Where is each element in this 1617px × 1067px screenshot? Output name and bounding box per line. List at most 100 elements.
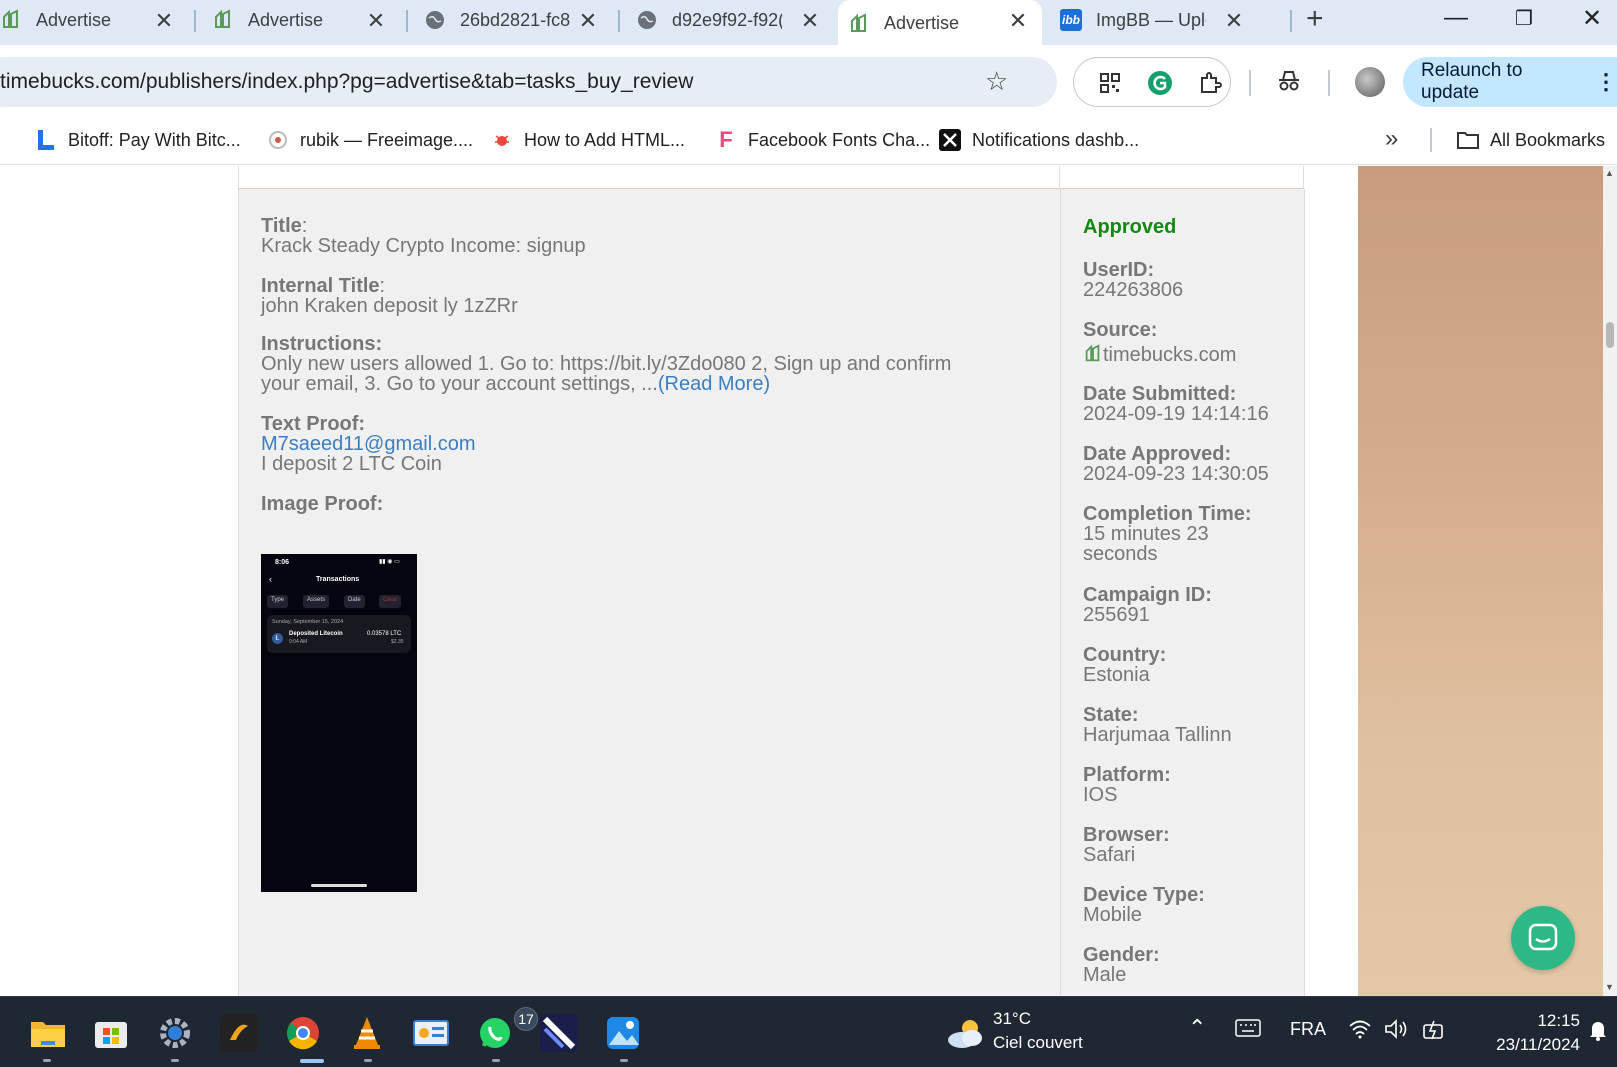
incognito-icon[interactable] — [1275, 67, 1303, 95]
status-approved: Approved — [1083, 216, 1177, 238]
language-indicator[interactable]: FRA — [1290, 1019, 1326, 1040]
state-field: State: Harjumaa Tallinn — [1083, 705, 1232, 745]
weather-description[interactable]: Ciel couvert — [993, 1033, 1083, 1053]
profile-avatar[interactable] — [1355, 67, 1385, 97]
extensions-puzzle-icon[interactable] — [1196, 69, 1224, 97]
proof-filter: Date — [344, 595, 365, 608]
bug-icon — [490, 128, 514, 152]
toolbar-separator — [1328, 70, 1330, 96]
weather-temperature[interactable]: 31°C — [993, 1009, 1031, 1029]
running-indicator — [364, 1059, 372, 1062]
close-tab-icon[interactable]: ✕ — [798, 8, 822, 34]
page-scrollbar[interactable]: ▲ ▼ — [1603, 166, 1617, 996]
proof-filter: Assets — [303, 595, 330, 608]
wifi-icon[interactable] — [1348, 1019, 1372, 1044]
weather-cloud-icon[interactable] — [943, 1014, 987, 1052]
close-window-icon[interactable]: ✕ — [1572, 4, 1612, 33]
bookmark-rubik[interactable]: rubik — Freeimage.... — [266, 127, 473, 153]
tab-strip: Advertise ✕ Advertise ✕ 26bd2821-fc8 ✕ d… — [0, 0, 1617, 47]
running-indicator — [171, 1059, 179, 1062]
clock-date: 23/11/2024 — [1496, 1035, 1580, 1054]
field-label: Gender: — [1083, 944, 1160, 966]
menu-dots-icon[interactable]: ⋮ — [1595, 69, 1617, 95]
text-proof-email-link[interactable]: M7saeed11@gmail.com — [261, 434, 475, 454]
microsoft-store-icon[interactable] — [92, 1014, 130, 1052]
tab-advertise-active[interactable]: Advertise ✕ — [838, 0, 1042, 47]
table-header-strip — [238, 166, 1304, 189]
field-value: Estonia — [1083, 664, 1150, 686]
file-explorer-icon[interactable] — [29, 1014, 67, 1052]
image-proof-thumbnail[interactable]: 8:06 ▮▮ ◉ ▭ ‹ Transactions Type Assets D… — [261, 554, 417, 892]
device-type-field: Device Type: Mobile — [1083, 885, 1205, 925]
volume-icon[interactable] — [1384, 1019, 1410, 1044]
title-label: Title — [261, 215, 302, 237]
chat-button[interactable] — [1511, 906, 1575, 970]
show-hidden-icons-chevron-icon[interactable]: ⌃ — [1188, 1015, 1206, 1041]
restore-icon[interactable]: ❐ — [1504, 6, 1544, 31]
tab-imgbb[interactable]: ibb ImgBB — Uplo ✕ — [1060, 0, 1260, 40]
qr-code-icon[interactable] — [1096, 69, 1124, 97]
address-bar[interactable]: timebucks.com/publishers/index.php?pg=ad… — [0, 57, 1057, 107]
scroll-up-icon[interactable]: ▲ — [1605, 168, 1614, 178]
bookmark-bitoff[interactable]: Bitoff: Pay With Bitc... — [34, 127, 241, 153]
url-text[interactable]: timebucks.com/publishers/index.php?pg=ad… — [0, 70, 693, 94]
vlc-icon[interactable] — [348, 1014, 386, 1052]
new-tab-icon[interactable]: + — [1306, 2, 1324, 36]
bookmark-label: Facebook Fonts Cha... — [748, 129, 931, 150]
userid-field: UserID: 224263806 — [1083, 260, 1183, 300]
close-tab-icon[interactable]: ✕ — [576, 8, 600, 34]
settings-gear-icon[interactable] — [156, 1014, 194, 1052]
close-tab-icon[interactable]: ✕ — [364, 8, 388, 34]
tab-title: Advertise — [36, 9, 112, 30]
bookmarks-bar: Bitoff: Pay With Bitc... rubik — Freeima… — [0, 115, 1617, 165]
instructions-field: Instructions: Only new users allowed 1. … — [261, 334, 1021, 394]
text-proof-field: Text Proof: M7saeed11@gmail.com I deposi… — [261, 414, 475, 474]
bookmark-facebook-fonts[interactable]: F Facebook Fonts Cha... — [714, 127, 930, 153]
proof-time: 8:06 — [275, 559, 290, 566]
all-bookmarks[interactable]: All Bookmarks — [1456, 127, 1605, 153]
battery-charging-icon[interactable] — [1422, 1019, 1448, 1046]
scrollbar-thumb[interactable] — [1606, 322, 1614, 348]
app-icon-swirl[interactable] — [220, 1014, 258, 1052]
proof-header: Transactions — [316, 576, 360, 583]
close-tab-icon[interactable]: ✕ — [1222, 8, 1246, 34]
bookmark-html[interactable]: How to Add HTML... — [490, 127, 685, 153]
system-clock[interactable]: 12:15 23/11/2024 — [1470, 1009, 1580, 1057]
relaunch-button[interactable]: Relaunch to update ⋮ — [1403, 57, 1617, 107]
control-panel-icon[interactable] — [412, 1014, 450, 1052]
read-more-link[interactable]: (Read More) — [658, 373, 770, 395]
running-indicator — [492, 1059, 500, 1062]
chrome-icon[interactable] — [284, 1014, 322, 1052]
grammarly-icon[interactable] — [1146, 69, 1174, 97]
minimize-icon[interactable]: — — [1436, 4, 1476, 32]
more-bookmarks-icon[interactable]: » — [1385, 125, 1398, 153]
folder-icon — [1456, 128, 1480, 152]
tab-title: Advertise — [248, 9, 324, 30]
bitoff-icon — [34, 128, 58, 152]
bookmark-star-icon[interactable]: ☆ — [985, 66, 1008, 97]
field-label: State: — [1083, 704, 1139, 726]
scroll-down-icon[interactable]: ▼ — [1605, 982, 1614, 992]
tab-title: Advertise — [884, 13, 960, 33]
field-label: Date Submitted: — [1083, 383, 1237, 405]
notification-bell-icon[interactable] — [1588, 1019, 1608, 1046]
tab-d92e9f92[interactable]: d92e9f92-f92( ✕ — [636, 0, 836, 40]
field-label: UserID: — [1083, 259, 1155, 281]
instructions-label: Instructions: — [261, 333, 383, 355]
keyboard-icon[interactable] — [1235, 1019, 1261, 1042]
back-chevron-icon: ‹ — [269, 574, 272, 584]
tab-advertise-2[interactable]: Advertise ✕ — [212, 0, 402, 40]
app-icon-diagonal[interactable] — [540, 1014, 578, 1052]
whatsapp-icon[interactable] — [476, 1014, 514, 1052]
running-indicator — [620, 1059, 628, 1062]
bookmark-notifications[interactable]: Notifications dashb... — [938, 127, 1139, 153]
tab-advertise-1[interactable]: Advertise ✕ — [0, 0, 190, 40]
all-bookmarks-label: All Bookmarks — [1490, 129, 1606, 150]
task-review-card: Title: Krack Steady Crypto Income: signu… — [238, 189, 1305, 996]
proof-tx-amount: 0.03578 LTC — [367, 631, 402, 637]
photos-icon[interactable] — [604, 1014, 642, 1052]
close-tab-icon[interactable]: ✕ — [152, 8, 176, 34]
x-logo-icon — [938, 128, 962, 152]
close-tab-icon[interactable]: ✕ — [1006, 8, 1030, 34]
tab-26bd2821[interactable]: 26bd2821-fc8 ✕ — [424, 0, 614, 40]
